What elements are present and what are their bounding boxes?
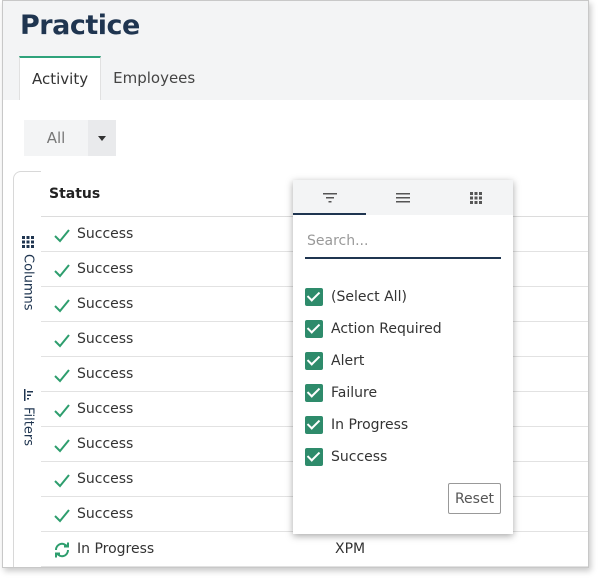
checkbox-checked[interactable] (305, 448, 323, 466)
status-cell: Success (77, 226, 134, 242)
checkbox-checked[interactable] (305, 384, 323, 402)
page-title: Practice (20, 10, 140, 41)
column-filter-popup: (Select All) Action Required Alert Failu… (293, 180, 513, 534)
checkbox-checked[interactable] (305, 320, 323, 338)
sync-icon (54, 542, 70, 558)
extra-cell: XPM (335, 541, 366, 557)
popup-tab-filter[interactable] (293, 180, 367, 215)
status-cell: Success (77, 296, 134, 312)
check-icon (54, 299, 70, 313)
filter-option-in-progress[interactable]: In Progress (305, 409, 505, 441)
filters-label: Filters (20, 407, 36, 446)
filter-icon (322, 192, 337, 202)
filter-search-input[interactable] (305, 225, 501, 259)
table-row[interactable]: In Progress XPM (41, 532, 588, 567)
popup-tab-general[interactable] (366, 180, 439, 215)
check-icon (54, 369, 70, 383)
filter-option-action-required[interactable]: Action Required (305, 313, 505, 345)
tab-employees[interactable]: Employees (101, 56, 207, 100)
option-label: In Progress (331, 417, 409, 433)
status-cell: Success (77, 471, 134, 487)
option-label: Action Required (331, 321, 442, 337)
check-icon (54, 264, 70, 278)
option-label: Alert (331, 353, 365, 369)
check-icon (54, 509, 70, 523)
filter-option-select-all[interactable]: (Select All) (305, 281, 505, 313)
filters-panel-button[interactable]: Filters (14, 389, 42, 446)
check-icon (54, 439, 70, 453)
check-icon (54, 404, 70, 418)
page-header: Practice Activity Employees (3, 1, 588, 100)
filter-icon (24, 389, 33, 401)
status-cell: In Progress (77, 541, 155, 557)
option-label: Failure (331, 385, 378, 401)
column-header-status[interactable]: Status (49, 177, 100, 211)
columns-panel-button[interactable]: Columns (14, 236, 42, 311)
checkbox-checked[interactable] (305, 416, 323, 434)
filter-option-failure[interactable]: Failure (305, 377, 505, 409)
popup-tab-columns[interactable] (440, 180, 513, 215)
check-icon (54, 474, 70, 488)
columns-label: Columns (20, 254, 36, 311)
filter-option-success[interactable]: Success (305, 441, 505, 473)
grid-icon (22, 236, 34, 248)
menu-icon (395, 192, 410, 202)
popup-tab-bar (293, 180, 513, 215)
option-label: Success (331, 449, 388, 465)
app-window: Practice Activity Employees All Columns (2, 0, 589, 568)
reset-button[interactable]: Reset (448, 483, 501, 514)
tab-activity[interactable]: Activity (19, 56, 102, 100)
status-cell: Success (77, 401, 134, 417)
status-cell: Success (77, 331, 134, 347)
filter-option-alert[interactable]: Alert (305, 345, 505, 377)
select-value: All (46, 129, 66, 147)
check-icon (54, 229, 70, 243)
checkbox-checked[interactable] (305, 352, 323, 370)
grid-icon (470, 191, 483, 204)
caret-down-icon[interactable] (88, 120, 116, 156)
check-icon (54, 334, 70, 348)
filter-options-list: (Select All) Action Required Alert Failu… (305, 281, 505, 473)
status-cell: Success (77, 506, 134, 522)
status-filter-select[interactable]: All (24, 120, 116, 156)
option-label: (Select All) (331, 289, 407, 305)
status-cell: Success (77, 436, 134, 452)
status-cell: Success (77, 366, 134, 382)
side-tool-panel: Columns Filters (13, 171, 42, 567)
status-cell: Success (77, 261, 134, 277)
tab-bar: Activity Employees (19, 56, 207, 100)
checkbox-checked[interactable] (305, 288, 323, 306)
